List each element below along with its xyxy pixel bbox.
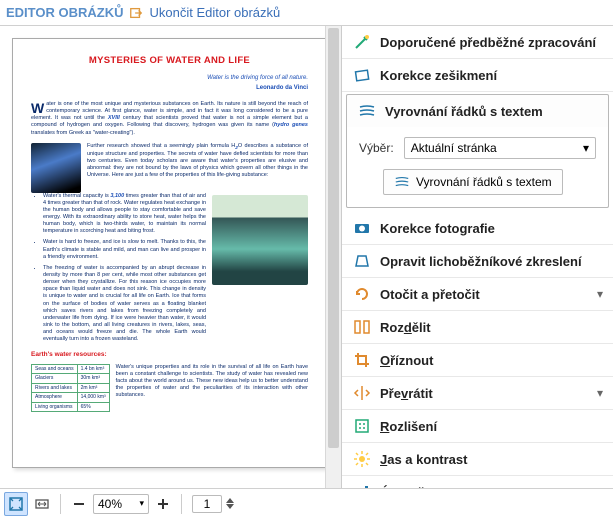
page-select-dropdown[interactable]: Aktuální stránka ▾	[404, 137, 596, 159]
doc-para2: Further research showed that a seemingly…	[87, 143, 308, 187]
chevron-down-icon: ▾	[583, 141, 589, 155]
tools-panel: Doporučené předběžné zpracování Korekce …	[342, 26, 613, 488]
zoom-in-button[interactable]	[151, 492, 175, 516]
doc-subtitle: Water is the driving force of all nature…	[31, 75, 308, 83]
resources-table: Seas and oceans1.4 bn km³Glaciers30m km³…	[31, 364, 110, 413]
document-viewport: MYSTERIES OF WATER AND LIFE Water is the…	[0, 26, 342, 488]
tool-brightness[interactable]: Jas a kontrast	[342, 443, 613, 476]
doc-author: Leonardo da Vinci	[31, 85, 308, 93]
tool-preprocess[interactable]: Doporučené předběžné zpracování	[342, 26, 613, 59]
exit-icon	[129, 6, 143, 20]
tool-straighten-lines[interactable]: Vyrovnání řádků s textem	[346, 94, 609, 127]
quit-editor-link[interactable]: Ukončit Editor obrázků	[149, 5, 280, 20]
tool-trapezoid[interactable]: Opravit lichoběžníkové zkreslení	[342, 245, 613, 278]
tool-deskew[interactable]: Korekce zešikmení	[342, 59, 613, 92]
resolution-icon	[352, 416, 372, 436]
tool-levels[interactable]: Úrovně	[342, 476, 613, 488]
straighten-lines-button[interactable]: Vyrovnání řádků s textem	[383, 169, 563, 195]
flip-icon	[352, 383, 372, 403]
chevron-down-icon: ▾	[139, 498, 144, 509]
deskew-icon	[352, 65, 372, 85]
wand-icon	[352, 32, 372, 52]
document-page: MYSTERIES OF WATER AND LIFE Water is the…	[12, 38, 327, 468]
tool-rotate[interactable]: Otočit a přetočit ▾	[342, 278, 613, 311]
tool-crop[interactable]: Oříznout	[342, 344, 613, 377]
select-label: Výběr:	[359, 141, 394, 155]
chevron-down-icon: ▾	[597, 287, 603, 301]
page-down-button[interactable]	[226, 504, 234, 509]
bullet-item: Water is hard to freeze, and ice is slow…	[43, 239, 206, 260]
trapezoid-icon	[352, 251, 372, 271]
lines-icon	[357, 101, 377, 121]
doc-para3: Water's unique properties and its role i…	[116, 364, 308, 407]
tool-split[interactable]: Rozdělit	[342, 311, 613, 344]
tool-photo-correction[interactable]: Korekce fotografie	[342, 212, 613, 245]
brightness-icon	[352, 449, 372, 469]
bullet-item: Water's thermal capacity is 3,100 times …	[43, 193, 206, 236]
doc-title: MYSTERIES OF WATER AND LIFE	[31, 55, 308, 67]
lines-icon	[394, 174, 410, 190]
vertical-scrollbar[interactable]	[325, 26, 341, 488]
zoom-level-select[interactable]: 40% ▾	[93, 494, 149, 514]
rotate-icon	[352, 284, 372, 304]
straighten-lines-options: Výběr: Aktuální stránka ▾ Vyrovnání řádk…	[346, 127, 609, 208]
waterfall-image	[212, 195, 308, 285]
tool-flip[interactable]: Převrátit ▾	[342, 377, 613, 410]
fit-width-button[interactable]	[30, 492, 54, 516]
levels-icon	[352, 482, 372, 488]
molecule-image	[31, 143, 81, 193]
camera-icon	[352, 218, 372, 238]
page-up-button[interactable]	[226, 498, 234, 503]
bottom-toolbar: 40% ▾ 1	[0, 488, 613, 518]
zoom-out-button[interactable]	[67, 492, 91, 516]
app-title: EDITOR OBRÁZKŮ	[6, 5, 123, 20]
bullet-item: The freezing of water is accompanied by …	[43, 265, 206, 344]
tool-resolution[interactable]: Rozlišení	[342, 410, 613, 443]
split-icon	[352, 317, 372, 337]
doc-section-title: Earth's water resources:	[31, 351, 308, 359]
chevron-down-icon: ▾	[597, 386, 603, 400]
scroll-thumb[interactable]	[328, 28, 339, 448]
fit-page-button[interactable]	[4, 492, 28, 516]
crop-icon	[352, 350, 372, 370]
page-number-input[interactable]: 1	[192, 495, 222, 513]
doc-para1: Water is one of the most unique and myst…	[31, 101, 308, 137]
